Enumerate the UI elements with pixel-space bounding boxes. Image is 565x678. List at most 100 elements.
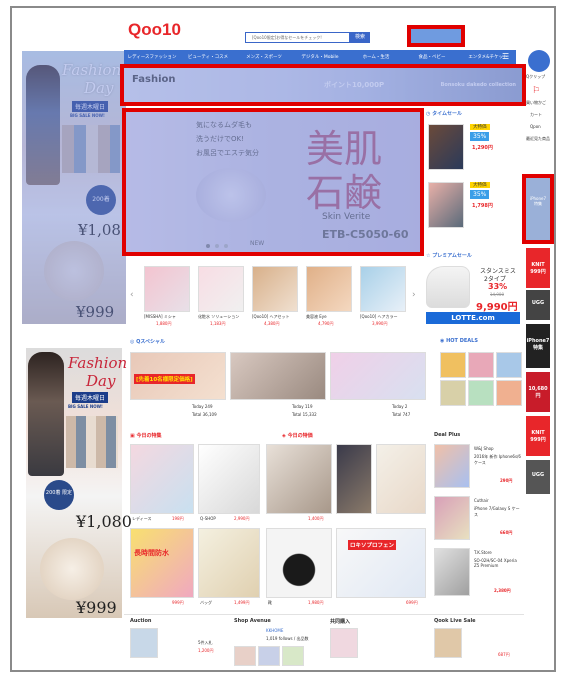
- featured-item-1-name: レディース: [132, 516, 152, 521]
- auction-item-image[interactable]: [130, 628, 158, 658]
- brand-item-1[interactable]: [144, 266, 190, 312]
- deal-plus-item-1-price: 290円: [500, 478, 513, 483]
- special-stat-2-total: Total 15,332: [292, 412, 317, 417]
- special-title: ◎ Qスペシャル: [130, 339, 166, 345]
- brand-item-4[interactable]: [306, 266, 352, 312]
- side-ad-1[interactable]: KNIT 999円: [526, 248, 550, 288]
- brand-item-5[interactable]: [360, 266, 406, 312]
- left-ad-banner[interactable]: Fashion Day 毎週木曜日 BIG SALE NOW! 200着 ¥1,…: [22, 51, 131, 324]
- featured-item-6[interactable]: [130, 528, 194, 598]
- live-sale-image[interactable]: [434, 628, 462, 658]
- time-sale-item-2-image[interactable]: [428, 182, 464, 228]
- deal-plus-item-1-desc: 2016年 新作 Iphone6s/6 ケース: [474, 454, 521, 465]
- stat-total-label: Total: [292, 412, 302, 417]
- deal-plus-item-3-shop: T.K.Store: [474, 550, 492, 555]
- brand-item-2-price: 1,183円: [210, 321, 226, 326]
- special-item-3[interactable]: [330, 352, 426, 400]
- highlight-tint: [126, 112, 420, 252]
- qoo10-logo[interactable]: Qoo10: [128, 20, 181, 40]
- ad2-badge: 毎週木曜日: [72, 392, 109, 403]
- hero-banner[interactable]: 気になるムダ毛も 洗うだけでOK! お風呂でエステ気分 美肌 石鹸 Skin V…: [122, 108, 424, 256]
- deal-plus-item-3-image[interactable]: [434, 548, 470, 596]
- auction-title: Auction: [130, 618, 152, 624]
- brand-item-5-name: [Qoo10] ヘアカラー: [360, 314, 398, 319]
- featured-item-7[interactable]: [198, 528, 260, 598]
- recent-label[interactable]: 最近見た商品: [526, 136, 550, 142]
- nav-item-mens[interactable]: メンズ・スポーツ: [236, 54, 292, 60]
- side-ad-3[interactable]: iPhone7 特集: [526, 324, 550, 368]
- stat-label: Today: [192, 404, 204, 409]
- featured-item-8[interactable]: [266, 528, 332, 598]
- nav-item-home[interactable]: ホーム・生活: [348, 54, 404, 60]
- time-sale-item-1-price: 1,290円: [472, 145, 493, 151]
- deal-plus-item-1-image[interactable]: [434, 444, 470, 488]
- hot-deal-1[interactable]: [440, 352, 466, 378]
- bottom-divider: [124, 614, 524, 615]
- hot-deal-5[interactable]: [468, 380, 494, 406]
- special-stat-3-total: Total 747: [392, 412, 410, 417]
- nav-item-digital[interactable]: デジタル・Mobile: [292, 54, 348, 60]
- shop-avenue-title: Shop Avenue: [234, 618, 271, 624]
- ad2-title-2: Day: [86, 372, 116, 390]
- featured-item-9[interactable]: [336, 528, 426, 598]
- featured-item-1[interactable]: [130, 444, 194, 514]
- featured-item-2[interactable]: [198, 444, 260, 514]
- premium-shoe-image[interactable]: [426, 266, 470, 308]
- today-special-label: 今日の特価: [287, 433, 313, 439]
- featured-item-5[interactable]: [376, 444, 426, 514]
- hot-deal-2[interactable]: [468, 352, 494, 378]
- right-highlight-line-1: iPhone7: [529, 196, 547, 201]
- brand-item-3[interactable]: [252, 266, 298, 312]
- hot-deal-4[interactable]: [440, 380, 466, 406]
- left-ad-banner-2[interactable]: Fashion Day 毎週木曜日 BIG SALE NOW! 200着 限定 …: [26, 348, 132, 618]
- featured-item-3-price: 1,400円: [308, 516, 324, 521]
- search-input[interactable]: [Qoo10限定]お得なセールをチェック!: [245, 32, 350, 43]
- stat-total: 36,109: [202, 412, 217, 417]
- time-sale-item-2-label: 大特価: [470, 182, 490, 188]
- featured-item-8-name: 靴: [268, 600, 272, 605]
- shop-thumb-1[interactable]: [234, 646, 256, 666]
- nav-item-ladies[interactable]: レディースファッション: [124, 54, 180, 60]
- right-highlight-box[interactable]: iPhone7 特集: [522, 174, 554, 244]
- stat-total: 15,332: [302, 412, 317, 417]
- nav-item-food[interactable]: 食品・ベビー: [404, 54, 460, 60]
- cart-icon[interactable]: ⚐: [532, 86, 540, 96]
- nav-item-beauty[interactable]: ビューティ・コスメ: [180, 54, 236, 60]
- deal-plus-item-3-desc: SO-02H/SC-04 Xperia Z5 Premium: [474, 558, 517, 568]
- brand-strip-prev-icon[interactable]: ‹: [130, 290, 134, 300]
- cart-sub[interactable]: カート: [530, 112, 542, 118]
- qpon-label[interactable]: Qpon: [530, 124, 541, 129]
- side-ad-5[interactable]: KNIT 999円: [526, 416, 550, 456]
- side-ad-4[interactable]: 10,680円: [526, 372, 550, 412]
- group-buy-image[interactable]: [330, 628, 358, 658]
- featured-item-9-label: ロキソプロフェン: [348, 540, 397, 550]
- featured-item-3[interactable]: [266, 444, 332, 514]
- qclip-icon[interactable]: [528, 50, 550, 72]
- time-sale-item-1-image[interactable]: [428, 124, 464, 170]
- ad2-price-2: ¥999: [76, 598, 117, 617]
- hot-deal-3[interactable]: [496, 352, 522, 378]
- time-sale-item-1-label: 大特価: [470, 124, 490, 130]
- stat-total-label: Total: [192, 412, 202, 417]
- brand-item-4-name: 美容液 Eye: [306, 314, 327, 319]
- premium-brand-bar[interactable]: LOTTE.com: [426, 312, 520, 324]
- hot-deals-label: HOT DEALS: [446, 338, 478, 344]
- deal-plus-item-2-image[interactable]: [434, 496, 470, 540]
- hot-deal-6[interactable]: [496, 380, 522, 406]
- search-button[interactable]: 検索: [350, 32, 370, 43]
- stat-total-label: Total: [392, 412, 402, 417]
- special-item-2[interactable]: [230, 352, 326, 400]
- shop-thumb-2[interactable]: [258, 646, 280, 666]
- special-label: Qスペシャル: [136, 339, 166, 345]
- shop-thumb-3[interactable]: [282, 646, 304, 666]
- side-ad-6[interactable]: UGG: [526, 460, 550, 494]
- top-banner-strip[interactable]: Fashion ポイント10,000P Bonsoku dakedo colle…: [120, 64, 526, 106]
- shop-name[interactable]: KKHOME: [266, 628, 283, 633]
- nav-menu-icon[interactable]: ☰: [502, 52, 512, 62]
- side-ad-2[interactable]: UGG: [526, 290, 550, 320]
- brand-strip-next-icon[interactable]: ›: [412, 290, 416, 300]
- featured-item-4[interactable]: [336, 444, 372, 514]
- header-promo-box[interactable]: [407, 25, 465, 47]
- brand-item-2[interactable]: [198, 266, 244, 312]
- time-sale-item-2-discount: 35%: [470, 190, 490, 199]
